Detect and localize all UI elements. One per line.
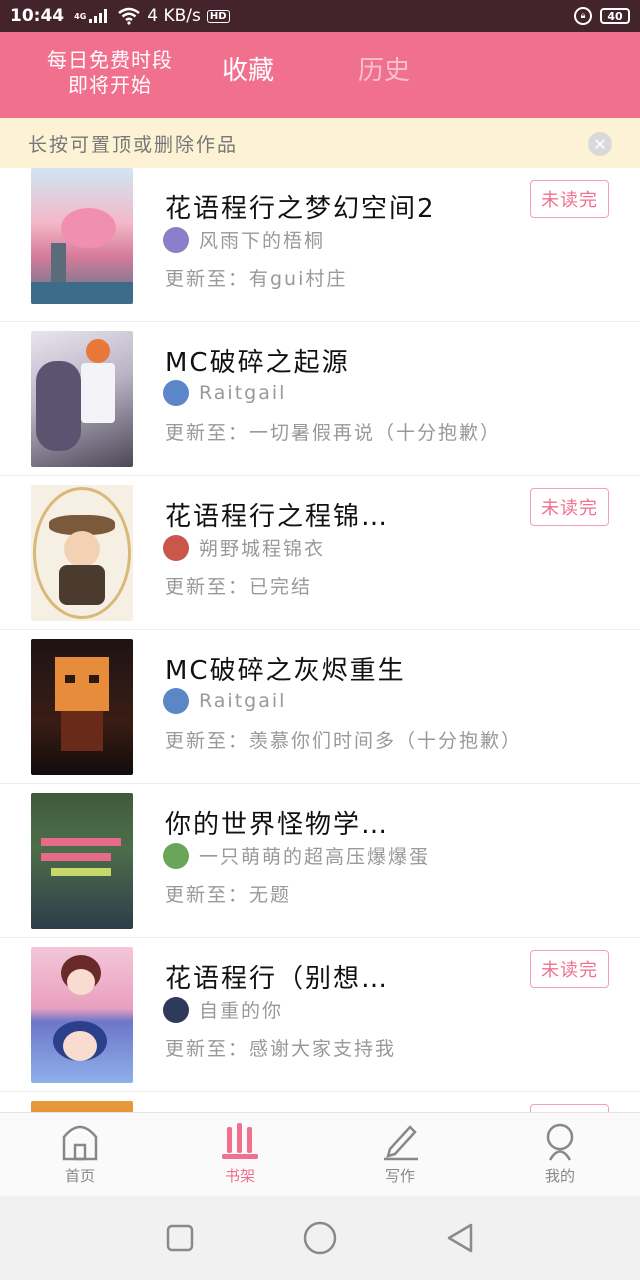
pencil-icon <box>380 1121 420 1161</box>
update-text: 更新至：感谢大家支持我 <box>165 1038 397 1060</box>
nav-home[interactable]: 首页 <box>0 1113 160 1196</box>
book-cover <box>31 639 133 775</box>
list-item[interactable]: MC破碎之灰烬重生 Raitgail 更新至：羡慕你们时间多（十分抱歉） <box>0 630 640 784</box>
book-title: MC破碎之起源 <box>165 348 350 378</box>
home-button[interactable] <box>300 1218 340 1258</box>
nav-mine-label: 我的 <box>544 1167 575 1185</box>
net-speed: 4 KB/s <box>147 6 201 26</box>
nav-write-label: 写作 <box>384 1167 415 1185</box>
avatar <box>163 534 189 561</box>
update-text: 更新至：有gui村庄 <box>165 268 348 290</box>
update-text: 更新至：一切暑假再说（十分抱歉） <box>165 422 502 444</box>
book-cover <box>31 485 133 621</box>
notice-bar: 长按可置顶或删除作品 ✕ <box>0 118 640 168</box>
status-badge: 未读完 <box>530 488 609 526</box>
list-item[interactable]: MC破碎之起源 Raitgail 更新至：一切暑假再说（十分抱歉） <box>0 322 640 476</box>
bottom-nav: 首页 书架 写作 我的 <box>0 1112 640 1196</box>
avatar <box>163 842 189 869</box>
status-badge: 未读完 <box>530 950 609 988</box>
list-item[interactable] <box>0 1092 640 1112</box>
book-cover <box>31 947 133 1083</box>
list-item[interactable]: 花语程行（别想… 自重的你 更新至：感谢大家支持我 未读完 <box>0 938 640 1092</box>
recent-apps-button[interactable] <box>160 1218 200 1258</box>
status-bar: 10:44 4G 4 KB/s HD 🔒︎ 40 <box>0 0 640 32</box>
top-header: 每日免费时段 即将开始 收藏 历史 <box>0 32 640 118</box>
update-text: 更新至：羡慕你们时间多（十分抱歉） <box>165 730 523 752</box>
book-title: MC破碎之灰烬重生 <box>165 656 406 686</box>
hd-icon: HD <box>206 9 230 23</box>
nav-mine[interactable]: 我的 <box>480 1113 640 1196</box>
signal-icon <box>89 9 108 23</box>
book-cover <box>31 331 133 467</box>
profile-icon <box>540 1121 580 1161</box>
back-button[interactable] <box>440 1218 480 1258</box>
avatar <box>163 380 189 406</box>
rotation-lock-icon: 🔒︎ <box>574 7 592 25</box>
list-item[interactable]: 花语程行之程锦… 朔野城程锦衣 更新至：已完结 未读完 <box>0 476 640 630</box>
author-row: 自重的你 <box>163 996 283 1023</box>
author-name: 自重的你 <box>199 1000 284 1022</box>
author-name: 风雨下的梧桐 <box>199 230 326 252</box>
status-time: 10:44 <box>10 6 65 26</box>
tab-free-period[interactable]: 每日免费时段 即将开始 <box>30 44 190 98</box>
author-row: Raitgail <box>163 380 286 406</box>
avatar <box>163 996 189 1023</box>
avatar <box>163 688 189 714</box>
tab-free-line2: 即将开始 <box>68 73 152 97</box>
notice-text: 长按可置顶或删除作品 <box>28 133 239 156</box>
book-title: 你的世界怪物学… <box>165 810 390 840</box>
book-title: 花语程行之程锦… <box>165 502 390 532</box>
tab-collect[interactable]: 收藏 <box>222 50 274 87</box>
book-cover <box>31 793 133 929</box>
status-badge-partial <box>530 1104 609 1112</box>
tab-history[interactable]: 历史 <box>358 50 410 87</box>
list-item[interactable]: 你的世界怪物学… 一只萌萌的超高压爆爆蛋 更新至：无题 <box>0 784 640 938</box>
update-text: 更新至：已完结 <box>165 576 313 598</box>
nav-shelf-label: 书架 <box>224 1167 255 1185</box>
author-row: 朔野城程锦衣 <box>163 534 325 561</box>
system-nav-bar <box>0 1196 640 1280</box>
wifi-icon <box>118 7 141 25</box>
author-name: 朔野城程锦衣 <box>199 538 326 560</box>
update-text: 更新至：无题 <box>165 884 292 906</box>
author-row: Raitgail <box>163 688 286 714</box>
close-icon[interactable]: ✕ <box>588 132 612 156</box>
nav-write[interactable]: 写作 <box>320 1113 480 1196</box>
author-name: Raitgail <box>199 690 287 712</box>
home-icon <box>60 1121 100 1161</box>
author-row: 风雨下的梧桐 <box>163 226 325 253</box>
status-badge: 未读完 <box>530 180 609 218</box>
avatar <box>163 226 189 253</box>
bookshelf-icon <box>220 1121 260 1161</box>
list-item[interactable]: 花语程行之梦幻空间2 风雨下的梧桐 更新至：有gui村庄 未读完 <box>0 168 640 322</box>
author-name: 一只萌萌的超高压爆爆蛋 <box>199 846 431 868</box>
book-title: 花语程行之梦幻空间2 <box>165 194 436 224</box>
book-cover <box>31 1101 133 1112</box>
book-title: 花语程行（别想… <box>165 964 390 994</box>
nav-home-label: 首页 <box>64 1167 95 1185</box>
nav-shelf[interactable]: 书架 <box>160 1113 320 1196</box>
book-list: 花语程行之梦幻空间2 风雨下的梧桐 更新至：有gui村庄 未读完 MC破碎之起源… <box>0 168 640 1112</box>
network-type: 4G <box>74 11 87 21</box>
author-name: Raitgail <box>199 382 287 404</box>
author-row: 一只萌萌的超高压爆爆蛋 <box>163 842 430 869</box>
battery-icon: 40 <box>600 8 630 24</box>
book-cover <box>31 168 133 304</box>
